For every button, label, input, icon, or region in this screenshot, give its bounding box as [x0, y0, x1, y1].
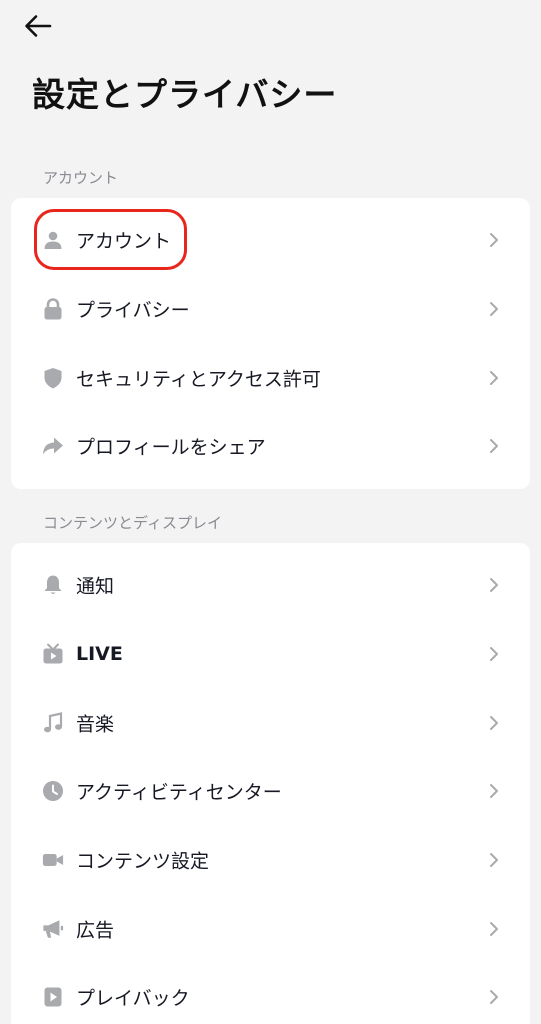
settings-item-notifications[interactable]: 通知	[11, 551, 530, 620]
content-display-card: 通知 LIVE 音楽 アクティビティセンター コンテンツ設定 広告 プレイバック	[11, 543, 530, 1024]
section-header-content-display: コンテンツとディスプレイ	[43, 514, 222, 532]
section-header-account: アカウント	[43, 169, 119, 187]
chevron-right-icon	[488, 714, 500, 732]
account-settings-card: アカウント プライバシー セキュリティとアクセス許可 プロフィールをシェア	[11, 198, 530, 489]
settings-item-share-profile[interactable]: プロフィールをシェア	[11, 412, 530, 481]
page-title: 設定とプライバシー	[32, 75, 338, 114]
settings-item-live[interactable]: LIVE	[11, 620, 530, 689]
chevron-right-icon	[488, 369, 500, 387]
settings-item-label: LIVE	[76, 643, 123, 666]
megaphone-icon	[42, 918, 64, 940]
settings-item-privacy[interactable]: プライバシー	[11, 275, 530, 344]
arrow-left-icon	[25, 15, 52, 37]
chevron-right-icon	[488, 231, 500, 249]
tv-play-icon	[42, 643, 64, 665]
chevron-right-icon	[488, 782, 500, 800]
chevron-right-icon	[488, 645, 500, 663]
chevron-right-icon	[488, 437, 500, 455]
chevron-right-icon	[488, 851, 500, 869]
settings-item-label: 広告	[76, 919, 115, 942]
settings-item-label: プロフィールをシェア	[76, 436, 266, 459]
settings-item-label: アカウント	[76, 230, 172, 253]
settings-item-label: アクティビティセンター	[76, 781, 282, 804]
settings-item-label: 音楽	[76, 713, 115, 736]
settings-item-security[interactable]: セキュリティとアクセス許可	[11, 343, 530, 412]
share-arrow-icon	[42, 435, 64, 457]
settings-item-label: プレイバック	[76, 987, 190, 1010]
settings-item-account[interactable]: アカウント	[11, 206, 530, 275]
play-box-icon	[42, 986, 64, 1008]
settings-item-music[interactable]: 音楽	[11, 688, 530, 757]
settings-item-label: コンテンツ設定	[76, 850, 210, 873]
person-icon	[42, 229, 64, 251]
settings-item-content-preferences[interactable]: コンテンツ設定	[11, 826, 530, 895]
chevron-right-icon	[488, 920, 500, 938]
chevron-right-icon	[488, 300, 500, 318]
settings-item-playback[interactable]: プレイバック	[11, 963, 530, 1024]
shield-icon	[42, 367, 64, 389]
settings-item-activity-center[interactable]: アクティビティセンター	[11, 757, 530, 826]
settings-item-label: セキュリティとアクセス許可	[76, 368, 321, 391]
settings-item-label: プライバシー	[76, 299, 190, 322]
chevron-right-icon	[488, 988, 500, 1006]
settings-page: 設定とプライバシー アカウント アカウント プライバシー セキュリティとアクセス…	[0, 0, 541, 1024]
chevron-right-icon	[488, 576, 500, 594]
clock-icon	[42, 780, 64, 802]
lock-icon	[42, 298, 64, 320]
back-button[interactable]	[20, 8, 56, 44]
video-camera-icon	[42, 849, 64, 871]
settings-item-label: 通知	[76, 575, 115, 598]
music-note-icon	[42, 711, 64, 734]
settings-item-ads[interactable]: 広告	[11, 894, 530, 963]
bell-icon	[42, 574, 64, 596]
